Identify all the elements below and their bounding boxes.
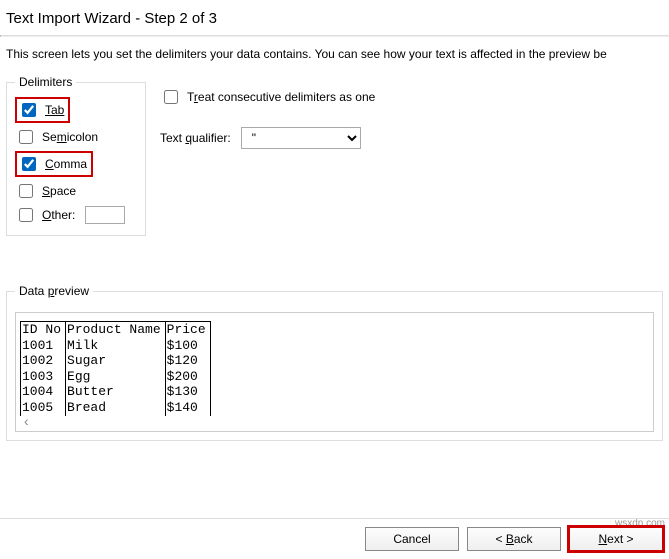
semicolon-label[interactable]: Semicolon bbox=[42, 130, 98, 144]
back-button[interactable]: < Back bbox=[467, 527, 561, 551]
table-row: ID No Product Name Price bbox=[21, 322, 211, 338]
table-row: 1004Butter$130 bbox=[21, 384, 211, 400]
table-row: 1002Sugar$120 bbox=[21, 353, 211, 369]
footer-divider bbox=[0, 518, 669, 519]
consecutive-label[interactable]: Treat consecutive delimiters as one bbox=[187, 90, 375, 104]
other-input[interactable] bbox=[85, 206, 125, 224]
next-button[interactable]: Next > bbox=[569, 527, 663, 551]
wizard-title: Text Import Wizard - Step 2 of 3 bbox=[0, 0, 669, 35]
tab-checkbox[interactable] bbox=[22, 103, 36, 117]
space-checkbox[interactable] bbox=[19, 184, 33, 198]
comma-label[interactable]: Comma bbox=[45, 157, 87, 171]
semicolon-checkbox[interactable] bbox=[19, 130, 33, 144]
wizard-description: This screen lets you set the delimiters … bbox=[0, 37, 669, 75]
scroll-left-icon[interactable]: ‹ bbox=[24, 413, 29, 429]
preview-table: ID No Product Name Price 1001Milk$100 10… bbox=[20, 321, 211, 416]
qualifier-label: Text qualifier: bbox=[160, 131, 231, 145]
consecutive-checkbox[interactable] bbox=[164, 90, 178, 104]
comma-checkbox[interactable] bbox=[22, 157, 36, 171]
preview-legend: Data preview bbox=[15, 284, 93, 298]
delimiters-fieldset: Delimiters Tab Semicolon Comma Space Oth… bbox=[6, 75, 146, 236]
cancel-button[interactable]: Cancel bbox=[365, 527, 459, 551]
space-label[interactable]: Space bbox=[42, 184, 76, 198]
table-row: 1001Milk$100 bbox=[21, 338, 211, 354]
other-checkbox[interactable] bbox=[19, 208, 33, 222]
tab-label[interactable]: Tab bbox=[45, 103, 64, 117]
preview-fieldset: Data preview ID No Product Name Price 10… bbox=[6, 284, 663, 441]
preview-area: ID No Product Name Price 1001Milk$100 10… bbox=[15, 312, 654, 432]
qualifier-select[interactable]: " bbox=[241, 127, 361, 149]
table-row: 1005Bread$140 bbox=[21, 400, 211, 416]
table-row: 1003Egg$200 bbox=[21, 369, 211, 385]
other-label[interactable]: Other: bbox=[42, 208, 75, 222]
delimiters-legend: Delimiters bbox=[15, 75, 76, 89]
